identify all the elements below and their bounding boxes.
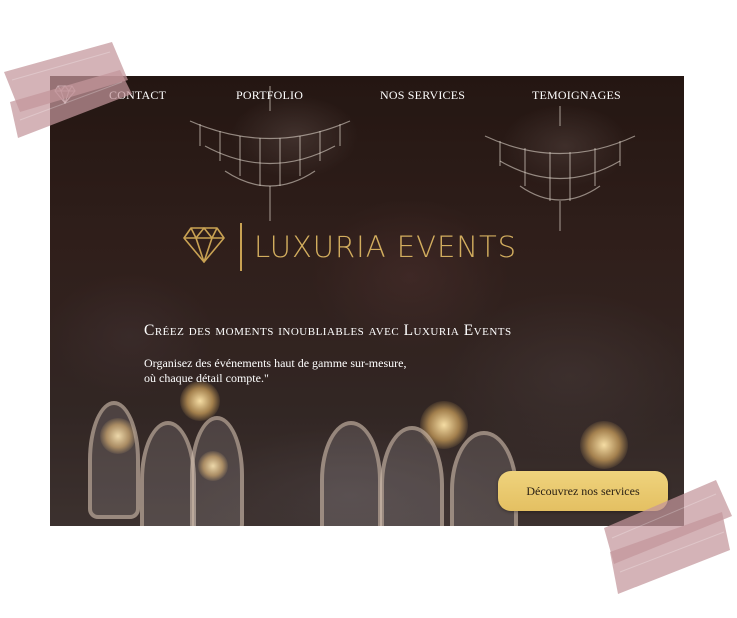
tape-bottom-right-decoration <box>604 480 732 594</box>
brand-logo: LUXURIA EVENTS <box>182 222 517 271</box>
chandelier-right-image <box>484 106 636 231</box>
top-nav: CONTACT PORTFOLIO NOS SERVICES TEMOIGNAG… <box>50 85 684 108</box>
hero-headline: Créez des moments inoubliables avec Luxu… <box>144 322 512 339</box>
diamond-icon <box>182 222 226 271</box>
candle-light <box>180 381 220 421</box>
brand-divider <box>240 222 242 271</box>
tape-top-left-decoration <box>4 42 132 138</box>
chair-shape <box>190 416 244 526</box>
chair-shape <box>140 421 196 526</box>
hero-subtext-line: où chaque détail compte." <box>144 371 269 385</box>
nav-link-temoignages[interactable]: TEMOIGNAGES <box>532 88 621 103</box>
candle-light <box>580 421 628 469</box>
hero-section: CONTACT PORTFOLIO NOS SERVICES TEMOIGNAG… <box>50 76 684 526</box>
chair-shape <box>88 401 140 519</box>
brand-name: LUXURIA EVENTS <box>254 229 518 264</box>
chair-shape <box>320 421 382 526</box>
nav-link-nos-services[interactable]: NOS SERVICES <box>380 88 465 103</box>
nav-link-portfolio[interactable]: PORTFOLIO <box>236 88 303 103</box>
hero-subtext-line: Organisez des événements haut de gamme s… <box>144 356 407 370</box>
hero-subtext: Organisez des événements haut de gamme s… <box>144 356 406 386</box>
